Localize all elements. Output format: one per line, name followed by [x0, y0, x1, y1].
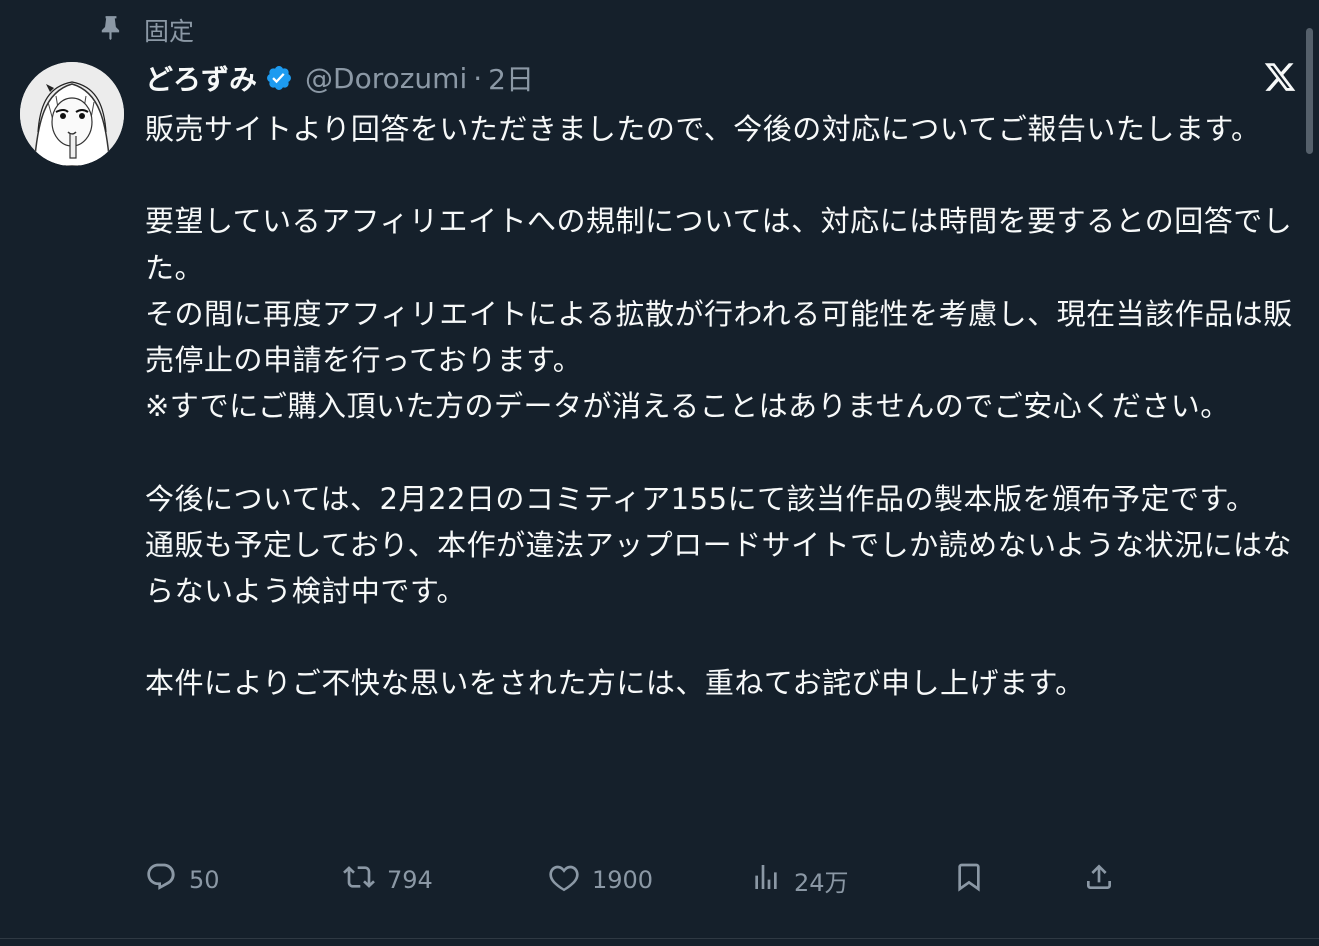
- pinned-indicator: 固定: [98, 12, 194, 48]
- scrollbar[interactable]: [1306, 28, 1313, 154]
- views-count: 24万: [794, 868, 849, 897]
- verified-badge-icon: [265, 64, 293, 92]
- retweet-count: 794: [387, 866, 433, 894]
- tweet-paragraph: ※すでにご購入頂いた方のデータが消えることはありませんのでご安心ください。: [145, 389, 1230, 424]
- retweet-icon: [343, 861, 387, 899]
- retweet-button[interactable]: 794: [343, 858, 433, 902]
- tweet-paragraph: 今後については、2月22日のコミティア155にて該当作品の製本版を頒布予定です。: [145, 481, 1256, 516]
- tweet-paragraph: [145, 614, 1295, 660]
- like-count: 1900: [592, 866, 654, 894]
- pinned-label: 固定: [144, 17, 195, 46]
- tweet-paragraph: [145, 152, 1295, 198]
- tweet-paragraph: 要望しているアフィリエイトへの規制については、対応には時間を要するとの回答でした…: [145, 204, 1293, 285]
- tweet-paragraph: 本件によりご不快な思いをされた方には、重ねてお詫び申し上げます。: [145, 666, 1085, 701]
- separator-dot: ·: [473, 61, 483, 95]
- divider: [0, 938, 1319, 939]
- tweet-actions: 50 794 1900 24万: [145, 858, 1120, 902]
- avatar[interactable]: [20, 62, 124, 166]
- tweet-text: 販売サイトより回答をいただきましたので、今後の対応についてご報告いたします。 要…: [145, 106, 1295, 707]
- reply-count: 50: [189, 866, 220, 894]
- heart-icon: [548, 861, 592, 899]
- tweet-header: どろずみ @Dorozumi · 2日: [145, 56, 534, 100]
- pin-icon: [98, 14, 144, 46]
- reply-icon: [145, 861, 189, 899]
- author-display-name[interactable]: どろずみ: [145, 58, 257, 98]
- reply-button[interactable]: 50: [145, 858, 220, 902]
- views-icon: [750, 861, 794, 899]
- tweet-timestamp[interactable]: 2日: [488, 58, 534, 98]
- views-button[interactable]: 24万: [750, 858, 849, 902]
- like-button[interactable]: 1900: [548, 858, 653, 902]
- x-logo-icon: [1263, 60, 1297, 94]
- bookmark-button[interactable]: [953, 858, 997, 902]
- share-button[interactable]: [1083, 858, 1127, 902]
- tweet-paragraph: その間に再度アフィリエイトによる拡散が行われる可能性を考慮し、現在当該作品は販売…: [145, 296, 1293, 378]
- share-icon: [1083, 861, 1127, 899]
- author-handle[interactable]: @Dorozumi: [305, 62, 467, 95]
- bookmark-icon: [953, 861, 997, 899]
- tweet-paragraph: [145, 429, 1295, 475]
- tweet-paragraph: 通販も予定しており、本作が違法アップロードサイトでしか読めないような状況にはなら…: [145, 527, 1293, 609]
- tweet-paragraph: 販売サイトより回答をいただきましたので、今後の対応についてご報告いたします。: [145, 112, 1261, 146]
